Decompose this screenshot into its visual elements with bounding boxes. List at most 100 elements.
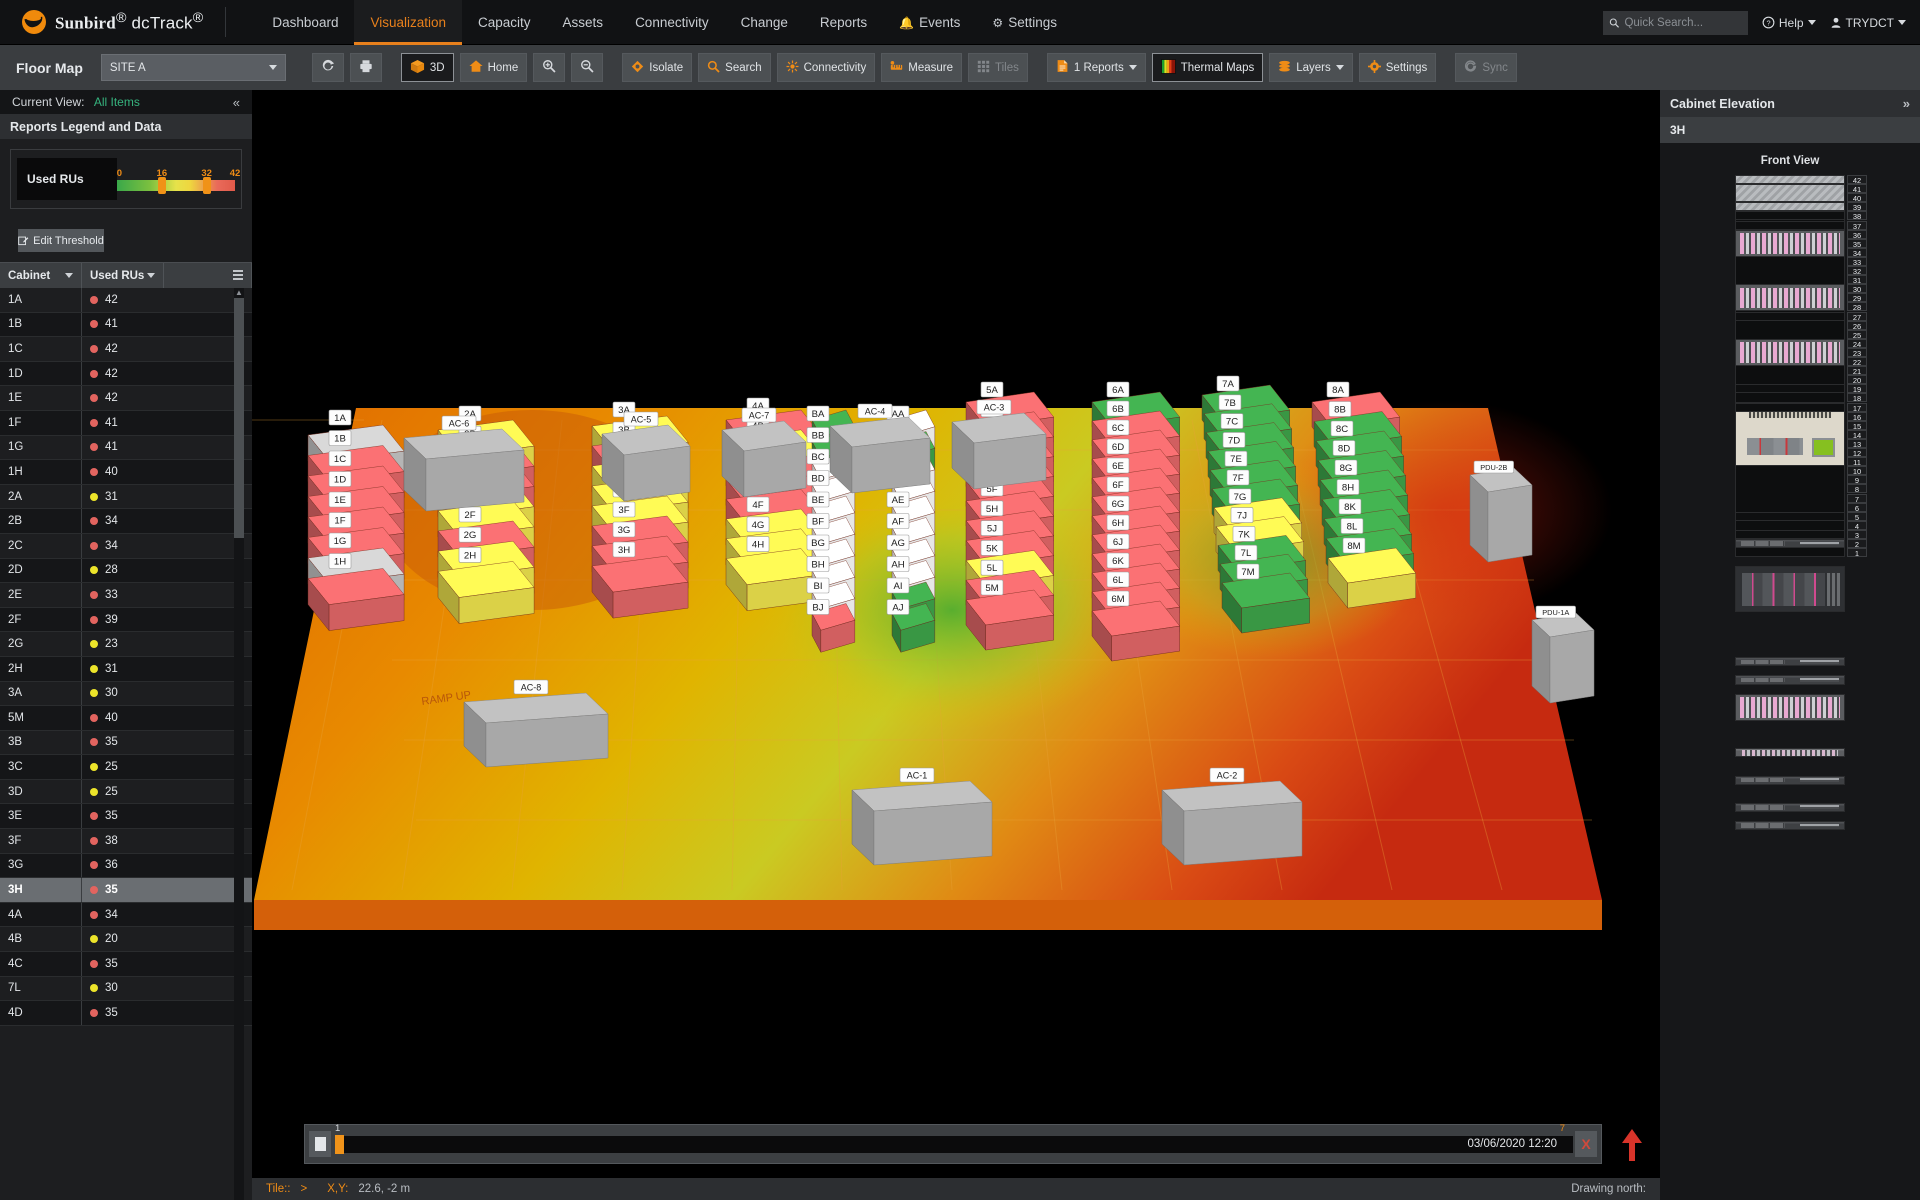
pdu-PDU-1A[interactable]: [1532, 613, 1594, 703]
cabinet-label-5K[interactable]: 5K: [981, 540, 1003, 555]
print-button[interactable]: [350, 53, 382, 82]
reports-button[interactable]: 1 Reports: [1047, 53, 1146, 82]
expand-panel-icon[interactable]: »: [1903, 96, 1910, 111]
nav-item-assets[interactable]: Assets: [547, 0, 620, 45]
cabinet-label-8G[interactable]: 8G: [1335, 460, 1357, 475]
rack-item-patch[interactable]: [1735, 339, 1845, 366]
cabinet-1H[interactable]: [308, 569, 404, 631]
rack-item-blank[interactable]: [1735, 184, 1845, 202]
rack-elevation[interactable]: 4241403938373635343332313029282726252423…: [1735, 175, 1845, 557]
table-row[interactable]: 1G41: [0, 436, 252, 461]
table-row[interactable]: 7L30: [0, 977, 252, 1002]
cabinet-label-7B[interactable]: 7B: [1219, 395, 1241, 410]
column-header-used-rus[interactable]: Used RUs: [82, 263, 164, 288]
timeline-close-button[interactable]: X: [1575, 1131, 1597, 1157]
cabinet-label-2F[interactable]: 2F: [459, 507, 481, 522]
site-select[interactable]: SITE A: [101, 54, 286, 81]
cabinet-label-1E[interactable]: 1E: [329, 492, 351, 507]
cabinet-label-BD[interactable]: BD: [807, 471, 829, 486]
table-row[interactable]: 3C25: [0, 755, 252, 780]
table-scrollbar[interactable]: ▲: [234, 288, 244, 1200]
cabinet-label-7D[interactable]: 7D: [1223, 432, 1245, 447]
help-menu[interactable]: ? Help: [1762, 16, 1816, 30]
cabinet-label-5A[interactable]: 5A: [981, 382, 1003, 397]
cabinet-7M[interactable]: [1222, 573, 1310, 633]
cabinet-label-3H[interactable]: 3H: [613, 542, 635, 557]
ac-label-AC-2[interactable]: AC-2: [1210, 768, 1244, 782]
table-row[interactable]: 3A30: [0, 682, 252, 707]
table-row[interactable]: 5M40: [0, 706, 252, 731]
table-row[interactable]: 2E33: [0, 583, 252, 608]
ac-label-AC-8[interactable]: AC-8: [514, 680, 548, 694]
rack-item-srv1u[interactable]: [1735, 776, 1845, 785]
pdu-label-PDU-2B[interactable]: PDU-2B: [1474, 461, 1514, 473]
table-row[interactable]: 3B35: [0, 731, 252, 756]
rack-item-srv1u[interactable]: [1735, 675, 1845, 684]
nav-item-dashboard[interactable]: Dashboard: [256, 0, 354, 45]
cabinet-label-5L[interactable]: 5L: [981, 560, 1003, 575]
rack-item-patch[interactable]: [1735, 284, 1845, 311]
cabinet-8M[interactable]: [1328, 548, 1416, 608]
cabinet-label-2H[interactable]: 2H: [459, 547, 481, 562]
cabinet-label-3F[interactable]: 3F: [613, 502, 635, 517]
cabinet-label-5J[interactable]: 5J: [981, 521, 1003, 536]
table-row[interactable]: 4C35: [0, 952, 252, 977]
legend-threshold-handle-1[interactable]: [203, 177, 211, 194]
cabinet-label-6K[interactable]: 6K: [1107, 553, 1129, 568]
zoom-out-button[interactable]: [571, 53, 603, 82]
layers-button[interactable]: Layers: [1269, 53, 1353, 82]
cabinet-label-AJ[interactable]: AJ: [887, 600, 909, 615]
user-menu[interactable]: TRYDCT: [1830, 16, 1906, 30]
table-row[interactable]: 1A42: [0, 288, 252, 313]
cabinet-label-5H[interactable]: 5H: [981, 501, 1003, 516]
rack-item-empty[interactable]: [1735, 211, 1845, 220]
cabinet-label-6C[interactable]: 6C: [1107, 420, 1129, 435]
table-row[interactable]: 2F39: [0, 608, 252, 633]
table-row[interactable]: 3D25: [0, 780, 252, 805]
cabinet-label-6H[interactable]: 6H: [1107, 515, 1129, 530]
cabinet-label-8D[interactable]: 8D: [1333, 441, 1355, 456]
cabinet-label-AH[interactable]: AH: [887, 557, 909, 572]
cabinet-table-scroll[interactable]: 1A421B411C421D421E421F411G411H402A312B34…: [0, 288, 252, 1200]
timeline-handle[interactable]: [335, 1135, 344, 1154]
nav-item-events[interactable]: 🔔Events: [883, 0, 976, 45]
thermal-maps-button[interactable]: Thermal Maps: [1152, 53, 1264, 82]
cabinet-label-AG[interactable]: AG: [887, 535, 909, 550]
pdu-label-PDU-1A[interactable]: PDU-1A: [1536, 606, 1576, 618]
cabinet-label-4G[interactable]: 4G: [747, 517, 769, 532]
cabinet-label-BC[interactable]: BC: [807, 449, 829, 464]
timeline-stop-button[interactable]: [309, 1131, 331, 1157]
rack-item-empty[interactable]: [1735, 530, 1845, 539]
cabinet-label-7L[interactable]: 7L: [1235, 545, 1257, 560]
rack-item-srv1u[interactable]: [1735, 803, 1845, 812]
ac-unit-AC-6[interactable]: [404, 429, 524, 511]
cabinet-5M[interactable]: [966, 590, 1054, 650]
cabinet-label-6M[interactable]: 6M: [1107, 591, 1129, 606]
ac-unit-AC-8[interactable]: [464, 693, 608, 767]
cabinet-label-7A[interactable]: 7A: [1217, 376, 1239, 391]
cabinet-label-8B[interactable]: 8B: [1329, 402, 1351, 417]
table-row[interactable]: 3H35: [0, 878, 252, 903]
cabinet-label-8M[interactable]: 8M: [1343, 538, 1365, 553]
cabinet-label-7J[interactable]: 7J: [1231, 508, 1253, 523]
cabinet-label-8K[interactable]: 8K: [1339, 499, 1361, 514]
nav-item-settings[interactable]: ⚙Settings: [976, 0, 1073, 45]
rack-item-patch[interactable]: [1735, 230, 1845, 257]
table-row[interactable]: 3F38: [0, 829, 252, 854]
cabinet-label-BB[interactable]: BB: [807, 428, 829, 443]
table-row[interactable]: 4B20: [0, 927, 252, 952]
edit-threshold-button[interactable]: Edit Threshold: [18, 229, 104, 252]
scrollbar-thumb[interactable]: [234, 298, 244, 538]
ac-label-AC-7[interactable]: AC-7: [742, 408, 776, 422]
cabinet-label-1B[interactable]: 1B: [329, 431, 351, 446]
ac-unit-AC-5[interactable]: [602, 425, 690, 501]
nav-item-visualization[interactable]: Visualization: [354, 0, 462, 45]
cabinet-label-7M[interactable]: 7M: [1237, 564, 1259, 579]
ac-unit-AC-2[interactable]: [1162, 781, 1302, 865]
ac-label-AC-5[interactable]: AC-5: [624, 412, 658, 426]
zoom-in-button[interactable]: [533, 53, 565, 82]
cabinet-label-6J[interactable]: 6J: [1107, 534, 1129, 549]
search-button[interactable]: Search: [698, 53, 770, 82]
rack-item-blank[interactable]: [1735, 175, 1845, 184]
cabinet-label-7K[interactable]: 7K: [1233, 526, 1255, 541]
